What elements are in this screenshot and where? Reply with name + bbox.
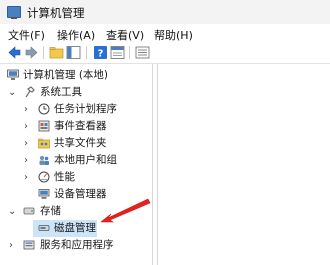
- annotation-arrow-overlay: [100, 198, 151, 223]
- red-arrow-icon: [100, 198, 151, 223]
